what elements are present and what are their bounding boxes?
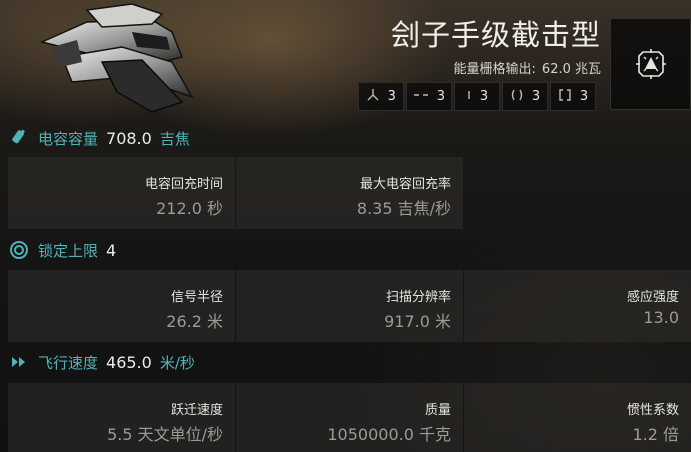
targeting-section-header[interactable]: 锁定上限 4 bbox=[0, 235, 691, 265]
stat-value: 212.0 秒 bbox=[156, 199, 223, 218]
stat-value: 13.0 bbox=[643, 308, 679, 327]
low-slot-count[interactable]: 3 bbox=[454, 82, 500, 111]
navigation-value: 465.0 bbox=[106, 352, 152, 372]
subsystem-slot-icon bbox=[558, 88, 572, 105]
subsystem-slot-count[interactable]: 3 bbox=[550, 82, 596, 111]
stat-value: 26.2 米 bbox=[166, 312, 223, 331]
capacitor-stats-row: 电容回充时间 212.0 秒 最大电容回充率 8.35 吉焦/秒 bbox=[8, 157, 463, 229]
warp-speed-cell: 跃迁速度 5.5 天文单位/秒 bbox=[8, 383, 235, 452]
stat-label: 质量 bbox=[424, 403, 451, 418]
power-grid-label: 能量栅格输出: bbox=[453, 62, 536, 77]
ship-render-image bbox=[39, 3, 194, 113]
stat-value: 1.2 倍 bbox=[632, 425, 679, 444]
mass-cell: 质量 1050000.0 千克 bbox=[236, 383, 463, 452]
fitting-window-button[interactable] bbox=[610, 18, 691, 110]
ship-header: 刽子手级截击型 能量栅格输出: 62.0 兆瓦 3 3 3 3 3 bbox=[0, 0, 691, 118]
stat-value: 1050000.0 千克 bbox=[327, 425, 451, 444]
mid-slot-icon bbox=[413, 88, 429, 105]
scan-resolution-cell: 扫描分辨率 917.0 米 bbox=[236, 270, 463, 342]
capacitor-section-header[interactable]: 电容容量 708.0 吉焦 bbox=[0, 123, 691, 153]
rig-slot-icon bbox=[510, 88, 524, 105]
high-slot-icon bbox=[366, 88, 380, 105]
stat-value: 8.35 吉焦/秒 bbox=[356, 199, 451, 218]
capacitor-recharge-time-cell: 电容回充时间 212.0 秒 bbox=[8, 157, 235, 229]
stat-label: 电容回充时间 bbox=[144, 177, 223, 192]
targeting-value: 4 bbox=[106, 240, 117, 260]
stat-value: 917.0 米 bbox=[384, 312, 451, 331]
fitting-icon bbox=[635, 49, 666, 79]
velocity-icon bbox=[8, 351, 30, 373]
stat-label: 最大电容回充率 bbox=[359, 177, 451, 192]
capacitor-peak-recharge-cell: 最大电容回充率 8.35 吉焦/秒 bbox=[236, 157, 463, 229]
stat-label: 跃迁速度 bbox=[170, 403, 223, 418]
stat-label: 扫描分辨率 bbox=[385, 290, 451, 305]
ship-name: 刽子手级截击型 bbox=[390, 18, 601, 52]
stat-label: 惯性系数 bbox=[626, 403, 679, 418]
capacitor-icon bbox=[8, 127, 30, 149]
mid-slot-value: 3 bbox=[436, 89, 445, 104]
signature-radius-cell: 信号半径 26.2 米 bbox=[8, 270, 235, 342]
high-slot-count[interactable]: 3 bbox=[357, 82, 404, 111]
power-grid-output: 能量栅格输出: 62.0 兆瓦 bbox=[391, 58, 601, 77]
navigation-label: 飞行速度 bbox=[38, 353, 99, 372]
targeting-label: 锁定上限 bbox=[38, 241, 99, 260]
low-slot-icon bbox=[466, 88, 472, 105]
capacitor-value: 708.0 bbox=[106, 128, 152, 148]
inertia-modifier-cell: 惯性系数 1.2 倍 bbox=[464, 383, 691, 452]
targeting-icon bbox=[8, 239, 30, 261]
ship-title-block: 刽子手级截击型 能量栅格输出: 62.0 兆瓦 bbox=[391, 12, 601, 77]
rig-slot-count[interactable]: 3 bbox=[502, 82, 548, 111]
navigation-section-header[interactable]: 飞行速度 465.0 米/秒 bbox=[0, 347, 691, 377]
stat-value: 5.5 天文单位/秒 bbox=[107, 425, 223, 444]
high-slot-value: 3 bbox=[387, 89, 396, 104]
capacitor-unit: 吉焦 bbox=[159, 129, 190, 148]
targeting-stats-row: 信号半径 26.2 米 扫描分辨率 917.0 米 感应强度 13.0 bbox=[8, 270, 691, 342]
navigation-stats-row: 跃迁速度 5.5 天文单位/秒 质量 1050000.0 千克 惯性系数 1.2… bbox=[8, 383, 691, 452]
sensor-strength-cell: 感应强度 13.0 bbox=[464, 270, 691, 342]
low-slot-value: 3 bbox=[479, 89, 489, 104]
slot-layout: 3 3 3 3 3 bbox=[357, 82, 596, 111]
capacitor-label: 电容容量 bbox=[38, 129, 99, 148]
stat-label: 感应强度 bbox=[626, 290, 679, 305]
subsystem-slot-value: 3 bbox=[579, 89, 589, 104]
power-grid-value: 62.0 兆瓦 bbox=[541, 62, 601, 77]
rig-slot-value: 3 bbox=[531, 89, 541, 104]
mid-slot-count[interactable]: 3 bbox=[405, 82, 452, 111]
navigation-unit: 米/秒 bbox=[159, 353, 195, 372]
stat-label: 信号半径 bbox=[170, 290, 223, 305]
